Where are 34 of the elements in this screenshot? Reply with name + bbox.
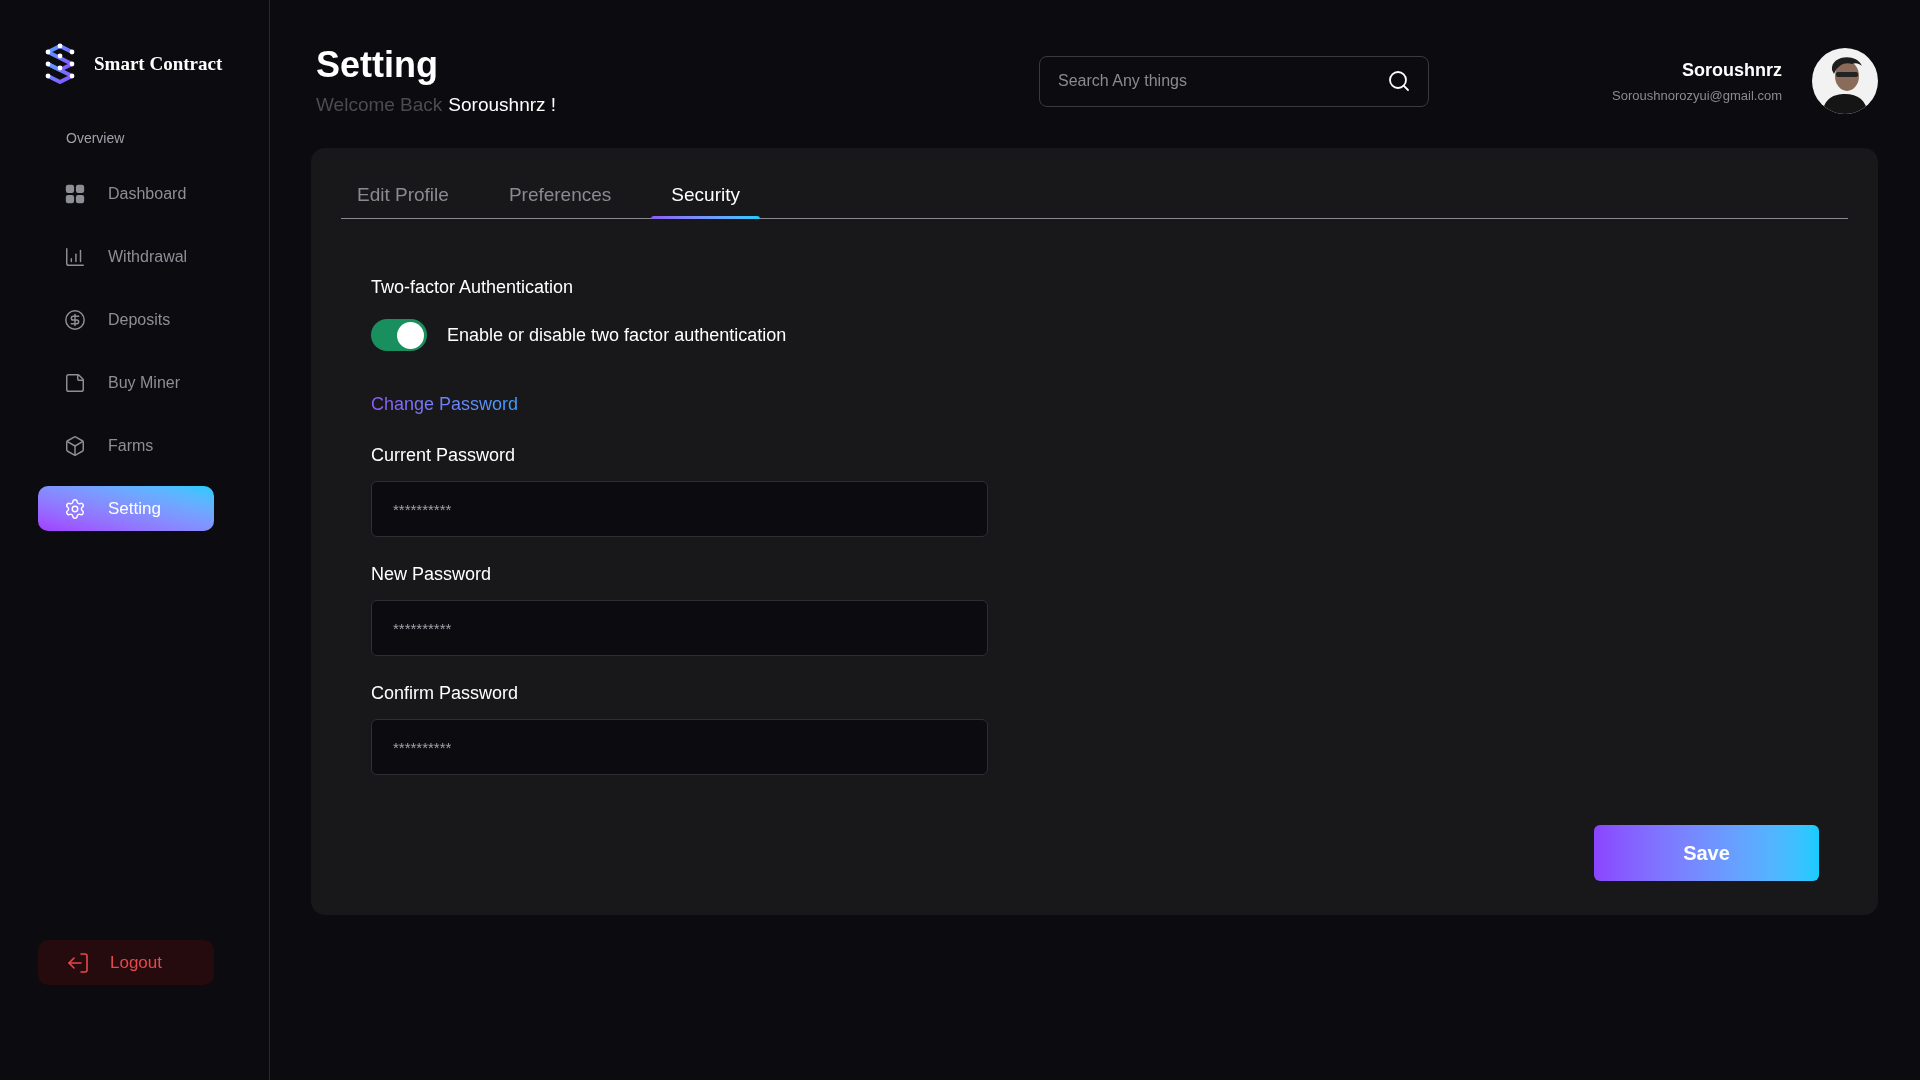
toggle-switch[interactable] xyxy=(371,319,427,351)
nav-item[interactable]: Buy Miner xyxy=(38,360,214,405)
chart-icon xyxy=(64,245,86,268)
user-name: Soroushnrz xyxy=(1682,58,1782,82)
search-icon xyxy=(1387,68,1411,93)
toggle-label: Enable or disable two factor authentication xyxy=(447,323,787,347)
brand-name: Smart Contract xyxy=(94,51,223,76)
grid-icon xyxy=(64,182,86,205)
tab[interactable]: Preferences xyxy=(508,172,612,218)
field-label: New Password xyxy=(371,563,492,586)
user-greeting: Soroushnrz ! xyxy=(448,92,557,117)
note-icon xyxy=(64,371,86,394)
section-heading: Two-factor Authentication xyxy=(371,276,574,299)
password-field[interactable]: ********** xyxy=(371,719,988,775)
tab[interactable]: Edit Profile xyxy=(357,172,449,218)
nav-item[interactable]: Dashboard xyxy=(38,171,214,216)
logout-button[interactable]: Logout xyxy=(38,940,214,985)
dollar-icon xyxy=(64,308,86,331)
search-field[interactable]: Search Any things xyxy=(1039,55,1429,107)
nav-item[interactable]: Farms xyxy=(38,423,214,468)
tab[interactable]: Security xyxy=(651,172,760,218)
section-label: Overview xyxy=(66,129,125,148)
nav-item[interactable]: Deposits xyxy=(38,297,214,342)
field-label: Current Password xyxy=(371,444,516,467)
welcome-text: Welcome Back xyxy=(316,92,443,117)
exit-icon xyxy=(66,950,90,975)
password-field[interactable]: ********** xyxy=(371,481,988,537)
field-label: Confirm Password xyxy=(371,682,519,705)
box-icon xyxy=(64,434,86,457)
settings-icon xyxy=(64,497,86,520)
page-title: Setting xyxy=(316,42,438,87)
user-email: Soroushnorozyui@gmail.com xyxy=(1612,86,1782,105)
password-field[interactable]: ********** xyxy=(371,600,988,656)
nav-item[interactable]: Withdrawal xyxy=(38,234,214,279)
